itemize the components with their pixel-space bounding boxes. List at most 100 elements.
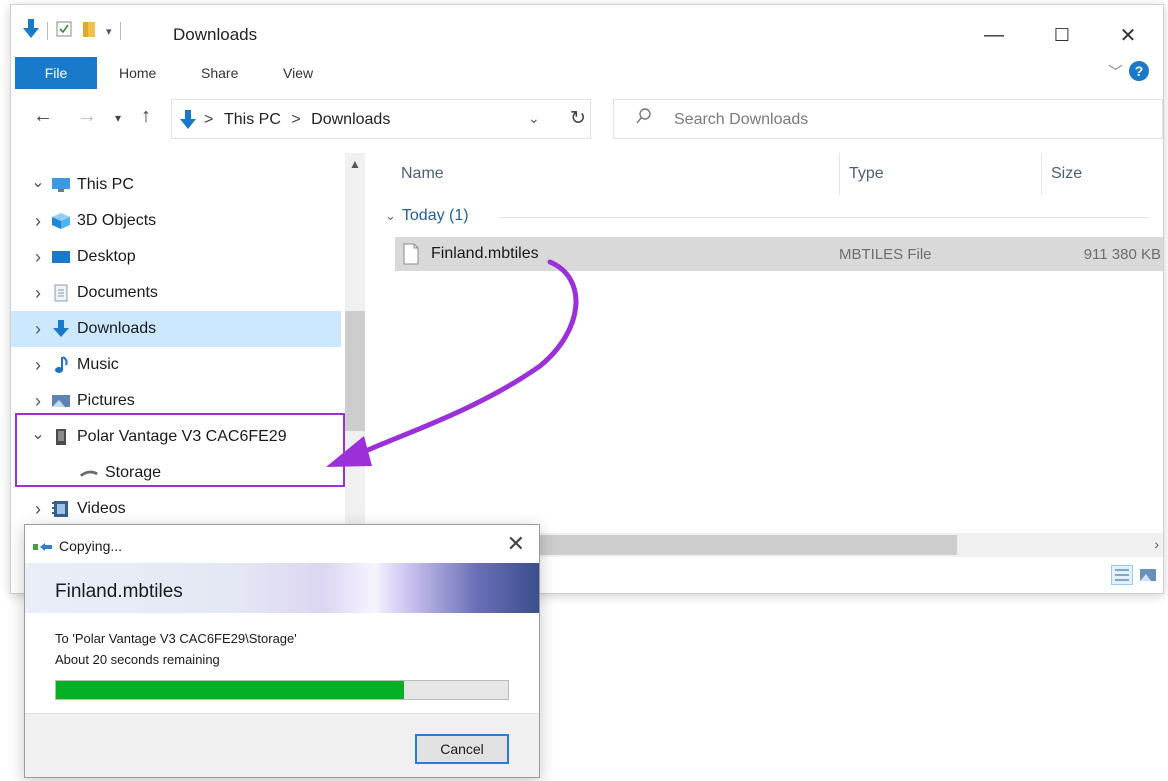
3d-objects-icon <box>51 212 71 230</box>
sidebar-item-documents[interactable]: › Documents <box>11 275 341 311</box>
breadcrumb-separator: > <box>291 111 301 128</box>
view-switcher <box>1111 565 1159 585</box>
ribbon-tabs: File Home Share View ﹀ ? <box>11 57 1163 91</box>
file-row[interactable]: Finland.mbtiles MBTILES File 911 380 KB <box>395 237 1163 271</box>
file-name: Finland.mbtiles <box>431 245 539 262</box>
recent-locations-chevron-icon[interactable]: ▾ <box>115 111 121 125</box>
sidebar-item-label: This PC <box>77 176 134 193</box>
search-box[interactable] <box>613 99 1163 139</box>
close-button[interactable]: ✕ <box>1105 15 1151 55</box>
download-arrow-icon <box>180 110 196 135</box>
new-folder-icon[interactable] <box>82 20 96 43</box>
address-dropdown-chevron-icon[interactable]: ⌄ <box>528 110 540 127</box>
column-divider[interactable] <box>839 153 840 195</box>
computer-icon <box>51 176 71 194</box>
copy-destination: To 'Polar Vantage V3 CAC6FE29\Storage' <box>55 631 297 646</box>
title-bar: ▾ Downloads — ☐ ✕ <box>11 5 1163 55</box>
collapsed-chevron-icon[interactable]: › <box>25 247 51 268</box>
pictures-icon <box>51 392 71 410</box>
copy-files-icon <box>33 539 53 557</box>
progress-fill <box>56 681 405 699</box>
quick-access-toolbar: ▾ <box>23 18 129 44</box>
copy-progress-dialog: Copying... ✕ Finland.mbtiles To 'Polar V… <box>24 524 540 778</box>
collapsed-chevron-icon[interactable]: › <box>25 211 51 232</box>
navigation-bar: ← → ▾ ↑ > This PC > Downloads ⌄ ↻ <box>11 95 1163 141</box>
copying-file-name: Finland.mbtiles <box>55 581 183 602</box>
collapsed-chevron-icon[interactable]: › <box>25 499 51 520</box>
breadcrumb: This PC > Downloads <box>224 111 390 129</box>
sidebar-item-label: Music <box>77 356 119 373</box>
group-label: Today (1) <box>401 207 469 224</box>
refresh-icon[interactable]: ↻ <box>570 107 586 130</box>
column-divider[interactable] <box>1041 153 1042 195</box>
copy-progress-bar <box>55 680 509 700</box>
sidebar-item-label: Downloads <box>77 320 157 337</box>
videos-icon <box>51 500 71 518</box>
sidebar-item-label: 3D Objects <box>77 212 157 229</box>
back-arrow-icon[interactable]: ← <box>33 105 53 128</box>
forward-arrow-icon[interactable]: → <box>77 105 97 128</box>
sidebar-item-label: Documents <box>77 284 158 301</box>
tab-view[interactable]: View <box>283 65 313 81</box>
file-explorer-window: ▾ Downloads — ☐ ✕ File Home Share View ﹀… <box>10 4 1164 594</box>
music-note-icon <box>51 356 71 374</box>
expand-ribbon-chevron-icon[interactable]: ﹀ <box>1108 61 1123 82</box>
breadcrumb-downloads[interactable]: Downloads <box>311 111 390 128</box>
group-header-today[interactable]: ⌄ Today (1) <box>385 207 469 225</box>
device-highlight-box <box>15 413 345 487</box>
breadcrumb-this-pc[interactable]: This PC <box>224 111 281 128</box>
collapsed-chevron-icon[interactable]: › <box>25 283 51 304</box>
properties-checkbox-icon[interactable] <box>56 21 72 42</box>
dialog-close-button[interactable]: ✕ <box>507 531 525 557</box>
collapsed-chevron-icon[interactable]: › <box>25 355 51 376</box>
download-arrow-icon <box>51 320 71 338</box>
file-type: MBTILES File <box>839 246 932 263</box>
column-header-size[interactable]: Size <box>1051 165 1082 183</box>
collapsed-chevron-icon[interactable]: › <box>25 319 51 340</box>
download-arrow-icon[interactable] <box>23 18 39 44</box>
sidebar-item-label: Videos <box>77 500 126 517</box>
help-icon[interactable]: ? <box>1129 61 1149 81</box>
scroll-right-icon[interactable]: › <box>1154 536 1159 552</box>
customize-toolbar-icon[interactable]: ▾ <box>106 25 112 38</box>
maximize-button[interactable]: ☐ <box>1039 15 1085 55</box>
dialog-footer: Cancel <box>25 713 539 777</box>
up-arrow-icon[interactable]: ↑ <box>141 105 151 128</box>
sidebar-item-desktop[interactable]: › Desktop <box>11 239 341 275</box>
desktop-icon <box>51 248 71 266</box>
breadcrumb-separator: > <box>204 111 214 128</box>
tab-share[interactable]: Share <box>201 65 238 81</box>
window-title: Downloads <box>173 25 258 44</box>
documents-icon <box>51 284 71 302</box>
sidebar-item-downloads[interactable]: › Downloads <box>11 311 341 347</box>
search-input[interactable] <box>674 108 1134 132</box>
sidebar-item-this-pc[interactable]: ⌄ This PC <box>11 167 341 203</box>
tab-file[interactable]: File <box>15 57 97 89</box>
large-icons-view-icon[interactable] <box>1137 565 1159 585</box>
group-divider <box>499 217 1149 218</box>
time-remaining: About 20 seconds remaining <box>55 652 220 667</box>
minimize-button[interactable]: — <box>971 15 1017 55</box>
file-size: 911 380 KB <box>1083 246 1161 263</box>
tab-home[interactable]: Home <box>119 65 156 81</box>
column-header-type[interactable]: Type <box>849 165 884 183</box>
cancel-button[interactable]: Cancel <box>415 734 509 764</box>
column-header-name[interactable]: Name <box>401 165 444 183</box>
expanded-chevron-icon[interactable]: ⌄ <box>25 172 51 192</box>
collapse-group-chevron-icon[interactable]: ⌄ <box>385 208 396 224</box>
sidebar-item-label: Pictures <box>77 392 135 409</box>
sidebar-item-label: Desktop <box>77 248 136 265</box>
file-icon <box>403 243 419 270</box>
scroll-up-icon[interactable]: ▲ <box>349 157 361 171</box>
divider <box>119 22 121 40</box>
sidebar-item-3d-objects[interactable]: › 3D Objects <box>11 203 341 239</box>
scrollbar-thumb[interactable] <box>345 311 365 431</box>
address-bar[interactable]: > This PC > Downloads ⌄ ↻ <box>171 99 591 139</box>
search-icon <box>636 108 652 131</box>
sidebar-item-videos[interactable]: › Videos <box>11 491 341 527</box>
details-view-icon[interactable] <box>1111 565 1133 585</box>
dialog-title: Copying... <box>59 538 123 554</box>
sidebar-item-music[interactable]: › Music <box>11 347 341 383</box>
collapsed-chevron-icon[interactable]: › <box>25 391 51 412</box>
divider <box>47 22 48 40</box>
